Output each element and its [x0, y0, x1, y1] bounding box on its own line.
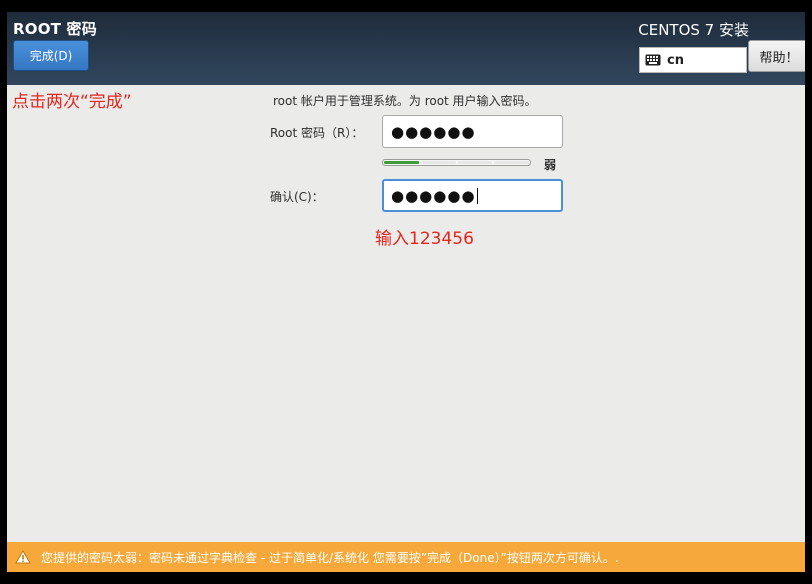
text-caret [476, 187, 478, 204]
warning-bar: 您提供的密码太弱：密码未通过字典检查 - 过于简单化/系统化 您需要按”完成（D… [7, 542, 805, 572]
confirm-password-value: ●●●●●● [391, 186, 476, 205]
warning-icon [15, 550, 31, 564]
keyboard-icon [645, 54, 661, 66]
password-strength-bar [382, 159, 531, 166]
strength-segment [457, 161, 493, 164]
password-strength-label: 弱 [544, 158, 557, 172]
strength-segment [384, 161, 419, 164]
strength-segment [420, 161, 456, 164]
root-password-value: ●●●●●● [391, 122, 476, 141]
strength-segment [494, 161, 529, 164]
install-title: CENTOS 7 安装 [638, 21, 749, 39]
keyboard-layout-indicator[interactable]: cn [639, 47, 747, 73]
annotation-input-hint: 输入123456 [375, 229, 474, 249]
done-button[interactable]: 完成(D) [13, 40, 89, 71]
confirm-password-label: 确认(C)： [270, 190, 324, 204]
warning-text: 您提供的密码太弱：密码未通过字典检查 - 过于简单化/系统化 您需要按”完成（D… [41, 550, 619, 565]
installer-window: ROOT 密码 完成(D) CENTOS 7 安装 cn 帮助！ 点击两次“完成… [7, 12, 805, 572]
annotation-click-done: 点击两次“完成” [12, 92, 132, 112]
root-password-label: Root 密码（R）： [270, 126, 364, 140]
page-title: ROOT 密码 [13, 20, 97, 38]
help-button[interactable]: 帮助！ [748, 40, 805, 72]
intro-text: root 帐户用于管理系统。为 root 用户输入密码。 [273, 94, 537, 108]
header-bar: ROOT 密码 完成(D) CENTOS 7 安装 cn 帮助！ [7, 12, 805, 85]
root-password-input[interactable]: ●●●●●● [382, 115, 563, 148]
confirm-password-input[interactable]: ●●●●●● [382, 179, 563, 212]
keyboard-layout-label: cn [667, 52, 684, 68]
